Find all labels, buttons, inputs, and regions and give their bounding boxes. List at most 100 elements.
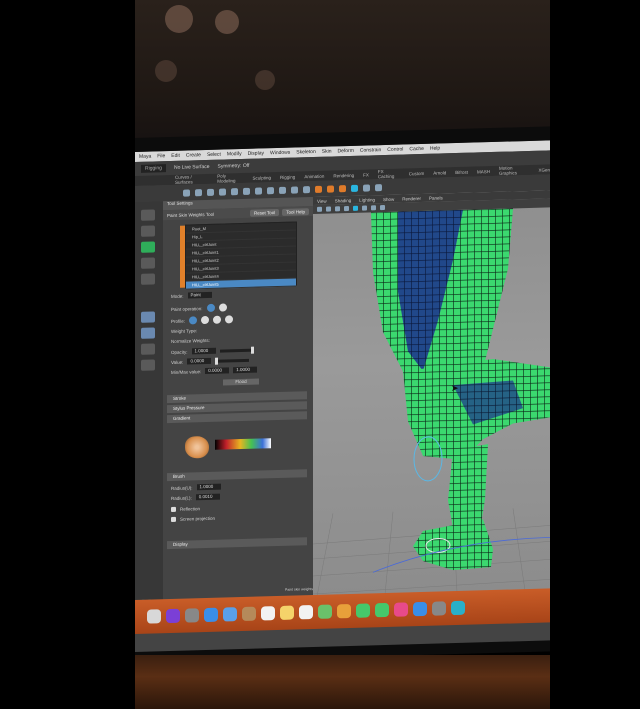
mac-menu-item[interactable]: Deform [337,148,353,154]
mac-menu-item[interactable]: Cache [409,146,423,152]
mirror-joint-icon[interactable] [315,185,322,193]
outliner-icon[interactable] [141,359,155,371]
mail-icon[interactable] [223,607,237,622]
four-view-icon[interactable] [141,327,155,339]
constraint-icon[interactable] [255,186,262,195]
leg-mesh-viewport[interactable] [313,207,550,618]
value-slider[interactable] [215,357,250,365]
shadows-icon[interactable] [380,205,385,211]
mirror-weights-icon[interactable] [327,184,334,193]
notes-icon[interactable] [280,605,294,620]
viewport-menu-item[interactable]: Renderer [402,196,421,202]
lock-column[interactable] [180,225,185,288]
maps-icon[interactable] [318,604,332,619]
replace-radio[interactable] [206,303,215,313]
facetime-icon[interactable] [375,602,389,618]
opacity-field[interactable]: 1.0000 [191,347,216,355]
parent-icon[interactable] [303,185,310,193]
curve-icon[interactable] [219,187,226,196]
single-view-icon[interactable] [141,311,155,323]
viewport-menu-item[interactable]: Show [383,196,394,201]
select-tool-icon[interactable] [141,209,155,221]
viewport-menu-item[interactable]: Lighting [359,197,375,202]
mac-menu-item[interactable]: Skeleton [296,149,315,156]
value-field[interactable]: 0.0000 [187,357,212,365]
mac-menu-item[interactable]: Create [186,152,201,158]
screen-projection-checkbox[interactable] [171,516,176,522]
influence-list[interactable]: Root_M Hip_L HILL_ctrlJoint HILL_ctrlJoint1… [180,221,297,290]
move-tool-icon[interactable] [141,241,155,253]
workspace-dropdown[interactable]: Rigging [141,164,166,173]
solid-brush-icon[interactable] [213,315,222,324]
shelf-tab[interactable]: Rendering [333,172,354,178]
lighting-icon[interactable] [371,205,376,211]
camera-icon[interactable] [317,206,322,212]
radius-l-field[interactable]: 0.0010 [195,493,220,501]
reflection-checkbox[interactable] [171,506,176,512]
shelf-tab[interactable]: Custom [409,170,425,175]
gaussian-brush-icon[interactable] [189,316,198,325]
influence-item[interactable]: HILL_ctrlJoint5 [186,278,296,290]
smooth-shade-icon[interactable] [344,206,349,212]
photos-icon[interactable] [337,603,351,619]
mac-menu-item[interactable]: Windows [270,150,290,157]
colour-ramp-icon[interactable] [215,438,271,450]
radius-u-field[interactable]: 1.0000 [196,483,221,491]
shelf-tab[interactable]: FX [363,172,369,177]
brush-section[interactable]: Brush [167,469,307,482]
shelf-tab[interactable]: Sculpting [253,175,272,181]
tool-help-button[interactable]: Tool Help [282,207,309,216]
mac-menu-item[interactable]: Display [248,150,264,156]
wireframe-icon[interactable] [335,206,340,212]
app-store-icon[interactable] [413,601,427,617]
orient-icon[interactable] [267,186,274,194]
mac-menu-item[interactable]: Maya [139,154,151,160]
flood-button[interactable]: Flood [223,378,259,386]
display-section[interactable]: Display [167,537,307,550]
messages-icon[interactable] [356,603,370,618]
contacts-icon[interactable] [242,606,256,622]
mac-menu-item[interactable]: Constrain [360,147,381,154]
rotate-tool-icon[interactable] [141,257,155,269]
bind-skin-icon[interactable] [207,188,214,196]
mac-menu-item[interactable]: Help [430,145,440,151]
shelf-tab[interactable]: Bifrost [455,169,468,174]
mac-menu-item[interactable]: Select [207,152,221,158]
calendar-icon[interactable] [261,606,275,621]
min-value-field[interactable]: 0.0000 [205,367,230,375]
shin-mesh[interactable] [448,444,488,529]
shelf-tab[interactable]: FX Caching [378,169,400,179]
reset-tool-button[interactable]: Reset Tool [250,208,280,217]
mode-value[interactable]: Paint [187,291,212,299]
siri-icon[interactable] [166,608,180,624]
viewport-menu-item[interactable]: View [317,198,327,203]
itunes-icon[interactable] [394,602,408,617]
pole-icon[interactable] [291,185,298,194]
maya-icon[interactable] [451,600,465,616]
launchpad-icon[interactable] [185,608,199,623]
cluster-icon[interactable] [231,187,238,195]
joint-tool-icon[interactable] [183,188,190,197]
foot-mesh[interactable] [413,519,493,571]
square-brush-icon[interactable] [225,315,234,324]
scale-tool-icon[interactable] [141,273,155,285]
ik-handle-icon[interactable] [195,188,202,196]
isolate-icon[interactable] [353,205,358,211]
xray-icon[interactable] [362,205,367,211]
lattice-icon[interactable] [243,187,250,195]
viewport-menu-item[interactable]: Shading [335,197,352,202]
safari-icon[interactable] [204,607,218,623]
deformer-icon[interactable] [363,183,370,192]
reminders-icon[interactable] [299,605,313,620]
shelf-tab[interactable]: XGen [538,167,550,172]
shelf-tab[interactable]: MASH [477,169,490,174]
layout-icon[interactable] [141,343,155,355]
gradient-section[interactable]: Gradient [167,411,307,424]
system-preferences-icon[interactable] [432,601,446,616]
mac-menu-item[interactable]: Modify [227,151,242,157]
blend-shape-icon[interactable] [375,183,382,191]
live-surface-label[interactable]: No Live Surface [174,164,210,171]
symmetry-label[interactable]: Symmetry: Off [218,163,250,170]
lasso-tool-icon[interactable] [141,225,155,237]
shelf-tab[interactable]: Animation [304,173,324,179]
